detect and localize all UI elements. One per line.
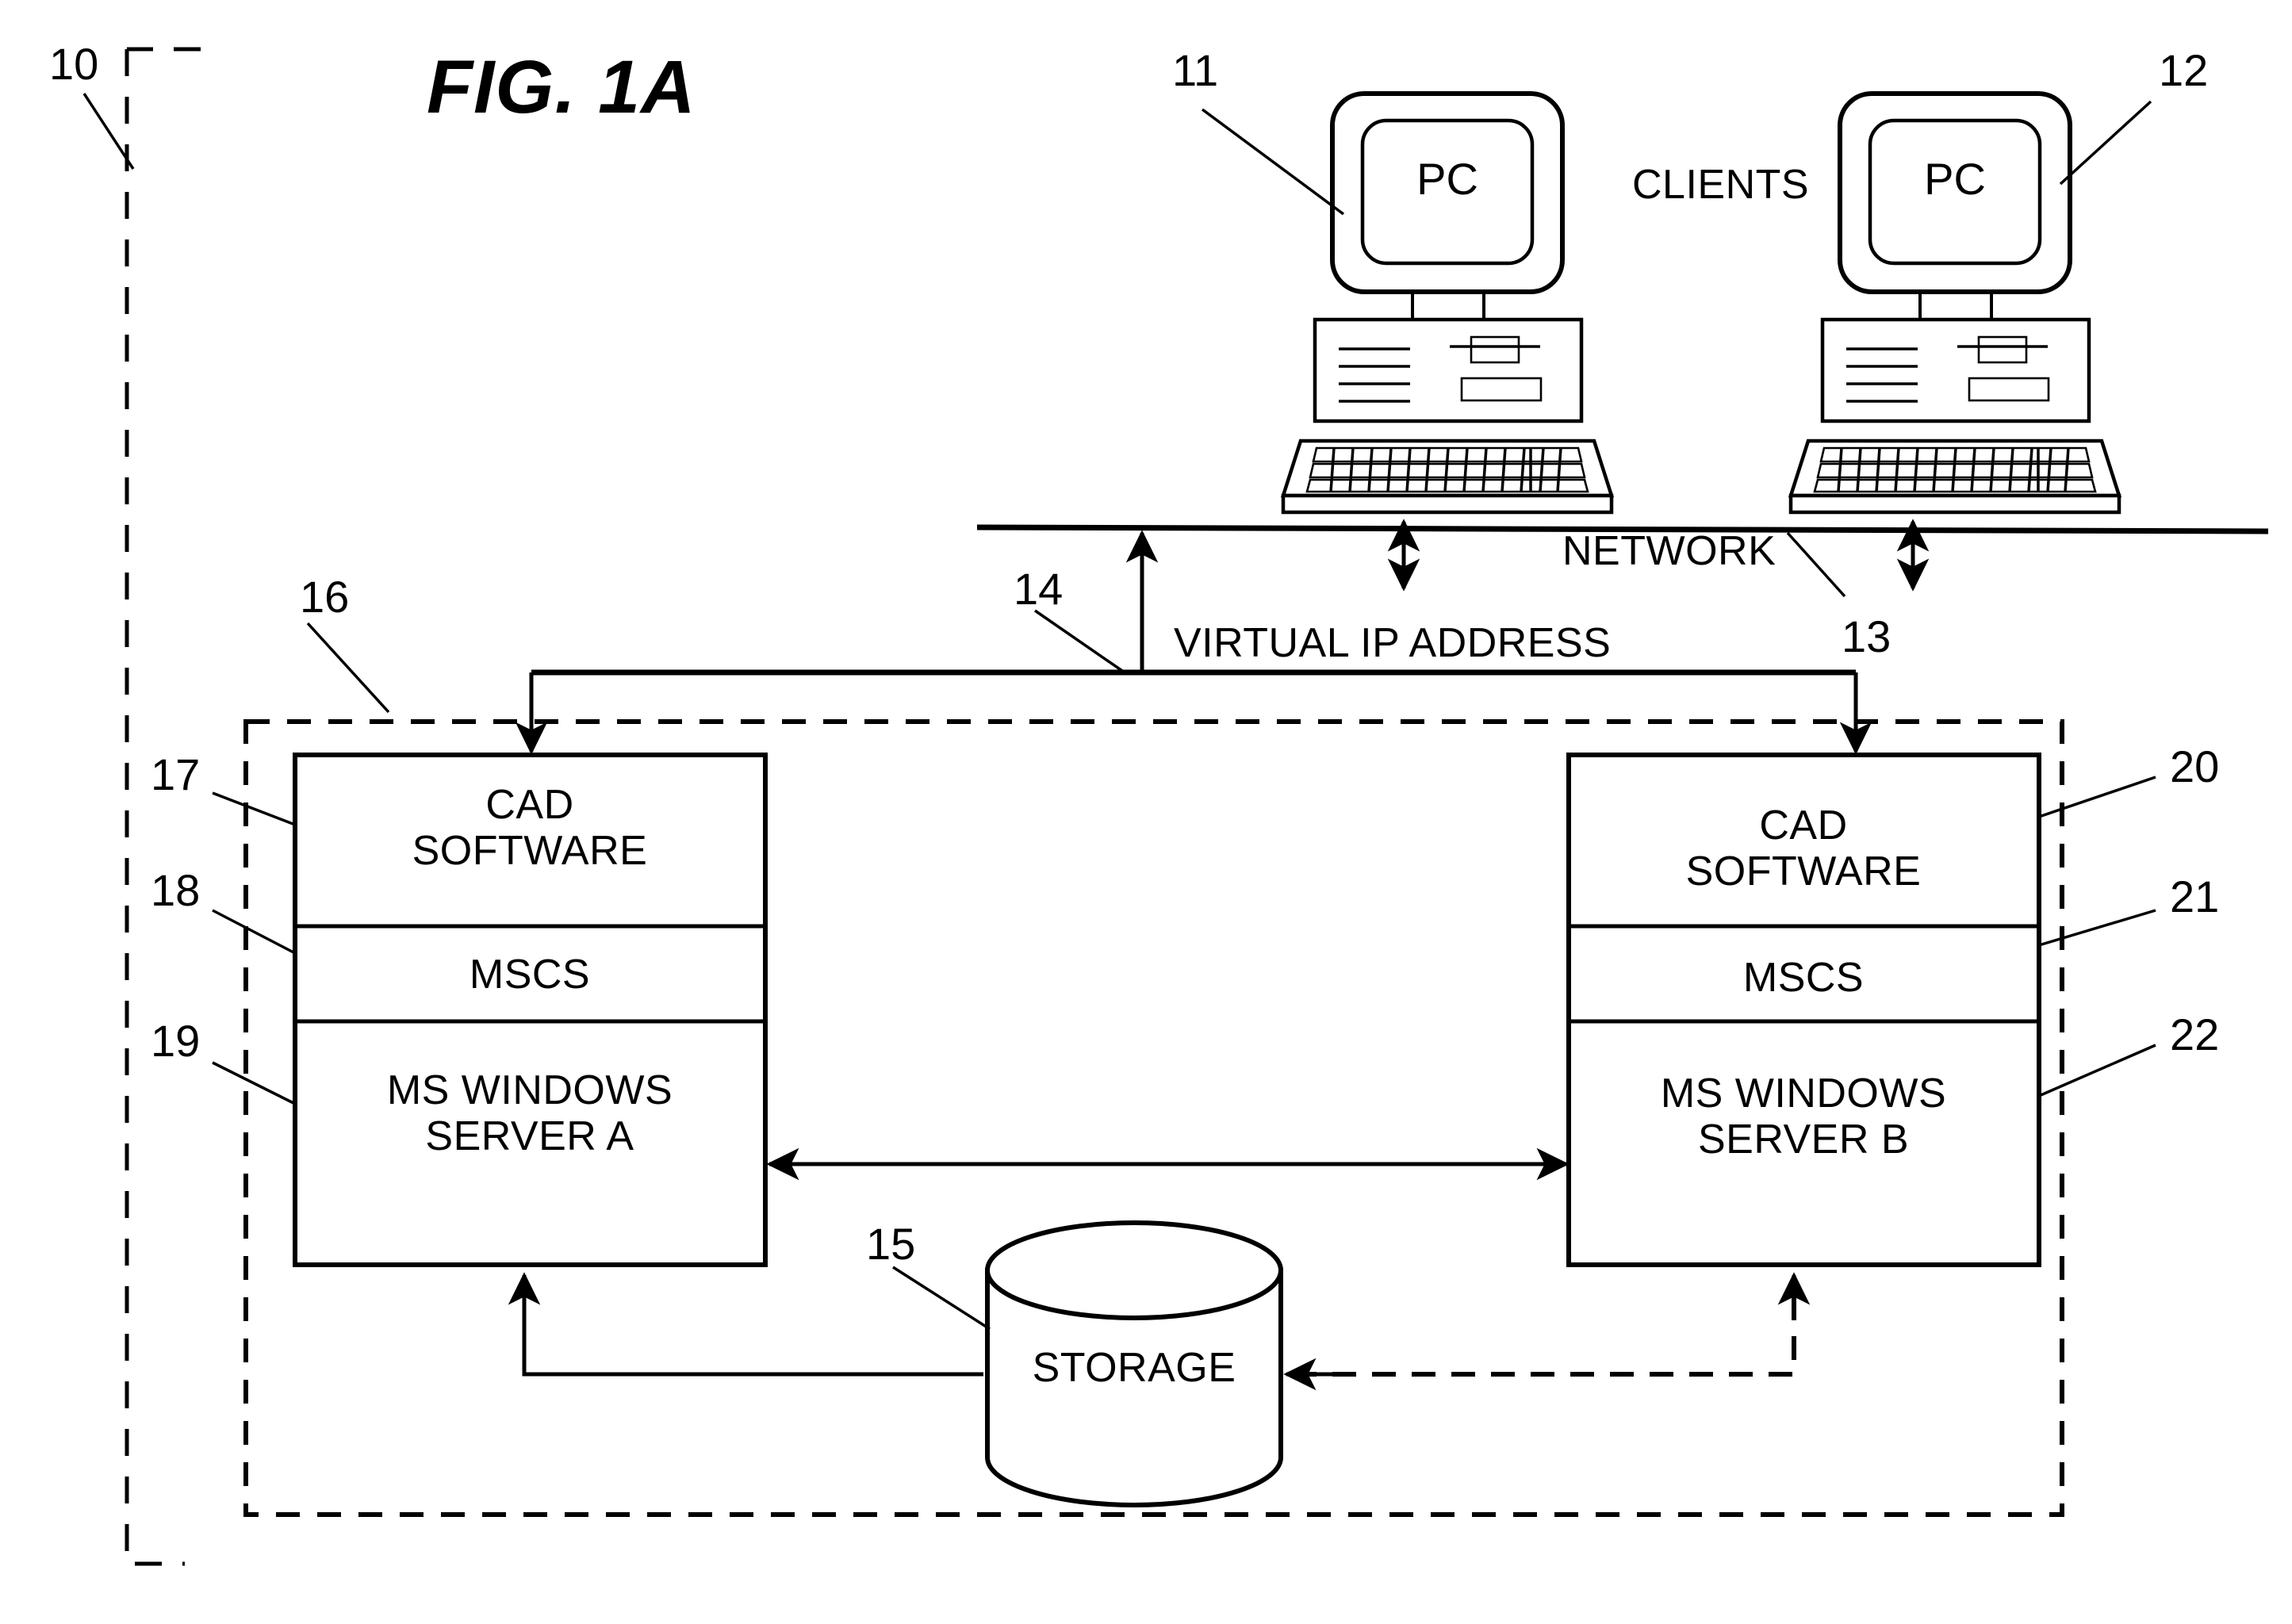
ref-12: 12 <box>2159 45 2208 95</box>
ref-19: 19 <box>151 1016 200 1066</box>
ref-14: 14 <box>1014 564 1063 614</box>
figure-1a-diagram: 10 FIG. 1A PC 11 CLIENTS PC 12 NETWORK 1… <box>49 39 2269 1566</box>
ref-16: 16 <box>300 572 349 622</box>
storage-top-icon <box>985 1220 1283 1320</box>
client-pc-2-label: PC <box>1924 154 1986 204</box>
cluster-ref-leader <box>306 622 390 714</box>
drive-slot-icon <box>1470 335 1520 364</box>
storage-ref-leader <box>892 1266 991 1331</box>
ref-21: 21 <box>2170 871 2219 921</box>
client-pc-2[interactable]: PC <box>1788 91 2122 515</box>
server-b-stack[interactable]: CAD SOFTWARE MSCS MS WINDOWS SERVER B <box>1566 753 2041 1267</box>
ref-11: 11 <box>1172 45 1218 95</box>
ref-13: 13 <box>1842 611 1891 661</box>
server-a-layer-cad-line1: CAD <box>485 782 573 828</box>
keyboard-base-icon <box>1788 493 2121 515</box>
virtual-ip-ref-leader <box>1034 609 1125 674</box>
storage-cylinder[interactable]: STORAGE <box>985 1220 1283 1507</box>
network-ref-leader <box>1786 531 1846 598</box>
keyboard-base-icon <box>1281 493 1614 515</box>
server-b-layer-cad-line2: SOFTWARE <box>1686 848 1922 894</box>
cpu-case-icon <box>1820 317 2091 423</box>
drive-bay-icon <box>1968 377 2050 402</box>
clients-group-label: CLIENTS <box>1632 162 1809 208</box>
client-pc-1-ref-leader <box>1201 108 1345 216</box>
server-a-layer-mscs: MSCS <box>470 952 590 998</box>
page-title: FIG. 1A <box>427 45 696 129</box>
keyboard-keys-icon <box>1305 446 1589 493</box>
network-label: NETWORK <box>1562 528 1776 574</box>
server-b-layer-os-line1: MS WINDOWS <box>1661 1071 1946 1116</box>
ref-20: 20 <box>2170 741 2219 791</box>
virtual-ip-label: VIRTUAL IP ADDRESS <box>1174 620 1611 666</box>
client-pc-2-ref-leader <box>2059 100 2152 186</box>
server-a-layer-os-line2: SERVER A <box>425 1113 634 1159</box>
cpu-case-icon <box>1313 317 1584 423</box>
server-b-layer-mscs: MSCS <box>1743 955 1864 1001</box>
server-b-storage-link <box>1293 1289 1796 1377</box>
server-a-stack[interactable]: CAD SOFTWARE MSCS MS WINDOWS SERVER A <box>293 753 768 1267</box>
drive-slot-icon <box>1977 335 2028 364</box>
ref-10: 10 <box>49 39 98 89</box>
server-a-layer-cad-line2: SOFTWARE <box>412 828 648 874</box>
system-boundary-outer <box>125 47 201 1566</box>
client-pc-1-label: PC <box>1416 154 1478 204</box>
server-a-ref-leaders <box>212 791 296 1105</box>
keyboard-keys-icon <box>1813 446 2097 493</box>
ref-22: 22 <box>2170 1009 2219 1059</box>
server-a-storage-link <box>508 1272 983 1377</box>
server-a-layer-os-line1: MS WINDOWS <box>387 1067 673 1113</box>
drive-bay-icon <box>1460 377 1543 402</box>
server-b-layer-os-line2: SERVER B <box>1698 1116 1909 1162</box>
ref-15: 15 <box>866 1219 915 1269</box>
ref-17: 17 <box>151 749 200 799</box>
patent-figure-page: 10 FIG. 1A PC 11 CLIENTS PC 12 NETWORK 1… <box>0 0 2292 1624</box>
client-pc-1[interactable]: PC <box>1280 91 1615 515</box>
ref-18: 18 <box>151 865 200 915</box>
storage-label: STORAGE <box>1033 1345 1236 1391</box>
server-b-layer-cad-line1: CAD <box>1759 802 1847 848</box>
server-b-ref-leaders <box>2038 776 2156 1097</box>
